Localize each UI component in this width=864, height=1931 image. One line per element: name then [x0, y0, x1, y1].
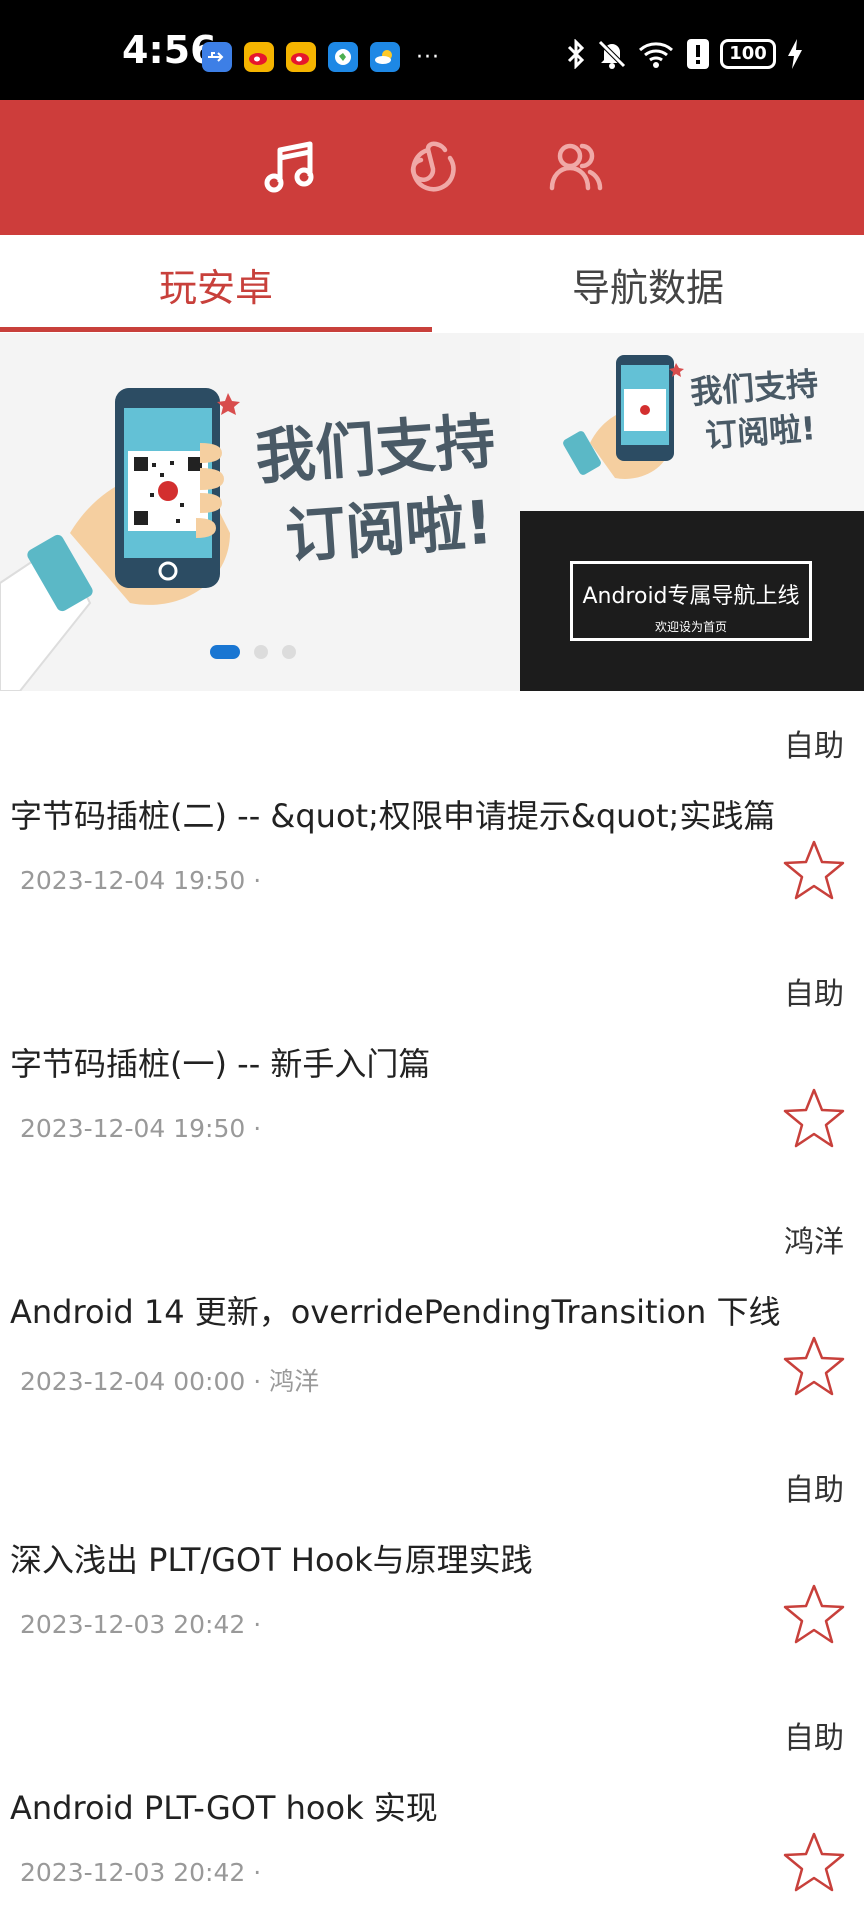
article-meta: 2023-12-04 00:00 · 鸿洋 — [20, 1367, 320, 1396]
weather-icon — [370, 42, 400, 72]
article-meta: 2023-12-03 20:42 · — [20, 1858, 262, 1887]
bluetooth-icon — [567, 39, 585, 69]
carousel-indicators — [210, 645, 296, 659]
tab-wanandroid[interactable]: 玩安卓 — [0, 235, 432, 333]
mute-icon — [598, 40, 626, 69]
carousel-dot[interactable] — [254, 645, 268, 659]
article-author: 自助 — [784, 1473, 844, 1508]
tab-navigation[interactable]: 导航数据 — [432, 235, 864, 333]
carousel-dot-active[interactable] — [210, 645, 240, 659]
star-icon[interactable] — [782, 1087, 846, 1149]
article-meta: 2023-12-04 19:50 · — [20, 1114, 262, 1143]
system-icons: 100 — [566, 38, 804, 70]
banner-side-navigation[interactable]: Android专属导航上线 欢迎设为首页 — [520, 511, 864, 691]
browser-icon — [328, 42, 358, 72]
alert-icon — [687, 39, 709, 69]
article-author: 鸿洋 — [784, 1225, 844, 1260]
banner-side-text-2: 订阅啦! — [703, 409, 817, 455]
tab-bar: 玩安卓 导航数据 — [0, 235, 864, 333]
usb-icon — [202, 42, 232, 72]
notification-icons: ··· — [202, 42, 440, 72]
banner-side-subscribe[interactable]: 我们支持 订阅啦! — [520, 333, 864, 511]
nav-promo-title: Android专属导航上线 — [582, 584, 800, 609]
netease-logo-icon[interactable] — [400, 136, 464, 200]
list-item[interactable]: 自助 字节码插桩(一) -- 新手入门篇 2023-12-04 19:50 · — [0, 939, 864, 1187]
article-author: 自助 — [784, 1721, 844, 1756]
music-icon[interactable] — [258, 136, 322, 200]
article-author: 自助 — [784, 977, 844, 1012]
carousel-dot[interactable] — [282, 645, 296, 659]
tab-indicator — [0, 327, 432, 332]
article-author: 自助 — [784, 729, 844, 764]
nav-promo-subtitle: 欢迎设为首页 — [644, 618, 737, 635]
charging-icon — [788, 39, 802, 69]
article-meta: 2023-12-03 20:42 · — [20, 1610, 262, 1639]
nav-promo-frame: Android专属导航上线 欢迎设为首页 — [570, 561, 812, 641]
more-notifications-icon: ··· — [416, 44, 440, 70]
article-meta: 2023-12-04 19:50 · — [20, 866, 262, 895]
battery-level: 100 — [720, 39, 776, 69]
star-icon[interactable] — [782, 1831, 846, 1893]
banner-slide-subscribe[interactable]: 我们支持 订阅啦! — [0, 333, 520, 691]
star-icon[interactable] — [782, 839, 846, 901]
weibo-icon — [244, 42, 274, 72]
star-icon[interactable] — [782, 1335, 846, 1397]
article-title[interactable]: 字节码插桩(二) -- &quot;权限申请提示&quot;实践篇 — [10, 791, 775, 837]
friends-icon[interactable] — [544, 136, 608, 200]
article-title[interactable]: Android 14 更新，overridePendingTransition … — [10, 1287, 780, 1333]
article-title[interactable]: 深入浅出 PLT/GOT Hook与原理实践 — [10, 1535, 533, 1581]
banner-carousel[interactable]: 我们支持 订阅啦! 我们支持 订阅啦! Android专属导航上线 欢迎设为首页 — [0, 333, 864, 691]
article-title[interactable]: 字节码插桩(一) -- 新手入门篇 — [10, 1039, 430, 1085]
wifi-icon — [639, 42, 673, 68]
banner-main-text-2: 订阅啦! — [283, 487, 495, 573]
article-title[interactable]: Android PLT-GOT hook 实现 — [10, 1783, 438, 1829]
status-bar: 4:56 ··· 100 — [0, 0, 864, 100]
list-item[interactable]: 自助 Android PLT-GOT hook 实现 2023-12-03 20… — [0, 1683, 864, 1931]
app-bar — [0, 100, 864, 235]
list-item[interactable]: 自助 字节码插桩(二) -- &quot;权限申请提示&quot;实践篇 202… — [0, 691, 864, 939]
weibo-icon — [286, 42, 316, 72]
star-icon[interactable] — [782, 1583, 846, 1645]
list-item[interactable]: 自助 深入浅出 PLT/GOT Hook与原理实践 2023-12-03 20:… — [0, 1435, 864, 1683]
list-item[interactable]: 鸿洋 Android 14 更新，overridePendingTransiti… — [0, 1187, 864, 1435]
